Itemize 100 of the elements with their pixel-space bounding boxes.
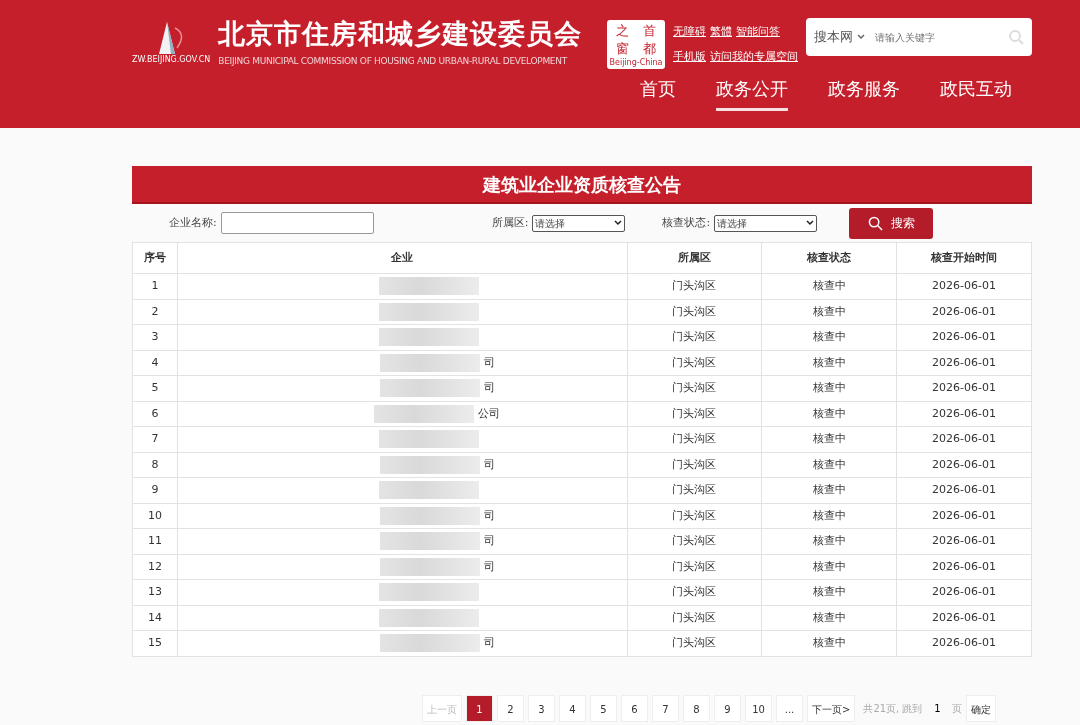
field-label: 核查状态: [662, 214, 711, 231]
table-cell: 8 [132, 452, 178, 478]
table-cell: 2026-06-01 [896, 579, 1032, 605]
page-button[interactable]: 9 [714, 694, 741, 722]
page-button[interactable]: 10 [745, 694, 772, 722]
field-label: 所属区: [491, 214, 529, 231]
column-header: 核查状态 [761, 242, 897, 274]
table-cell-text: 司 [483, 380, 495, 396]
table-cell: 2026-06-01 [896, 503, 1032, 529]
table-cell: 核查中 [761, 503, 897, 529]
ellipsis-button[interactable]: ... [776, 694, 803, 722]
page-button[interactable]: 7 [652, 694, 679, 722]
table-cell: 5 [132, 375, 178, 401]
search-icon [867, 215, 883, 231]
table-cell: 4 [132, 350, 178, 376]
table-cell: 9 [132, 477, 178, 503]
table-cell: 2026-06-01 [896, 554, 1032, 580]
table-cell: 2 [132, 299, 178, 325]
search-button[interactable]: 搜索 [849, 207, 934, 239]
logo-caption: ZW.BEIJING.GOV.CN [132, 54, 211, 66]
nav-tab[interactable]: 政务公开 [716, 71, 788, 111]
table-cell: 2026-06-01 [896, 477, 1032, 503]
chevron-down-icon [857, 34, 865, 40]
table-cell: 门头沟区 [627, 350, 762, 376]
table-cell: 2026-06-01 [896, 426, 1032, 452]
table-cell: 核查中 [761, 579, 897, 605]
page-button[interactable]: 2 [497, 694, 524, 722]
header-link[interactable]: 智能问答 [736, 24, 780, 41]
page-jump-field[interactable]: 1 [926, 699, 949, 717]
table-cell-text: 司 [483, 533, 495, 549]
table-cell: 2026-06-01 [896, 528, 1032, 554]
table-cell: 核查中 [761, 477, 897, 503]
column-header: 核查开始时间 [896, 242, 1032, 274]
table-cell: 2026-06-01 [896, 452, 1032, 478]
column-header: 所属区 [627, 242, 762, 274]
table-cell: 14 [132, 605, 178, 631]
table-cell: 10 [132, 503, 178, 529]
search-input[interactable]: 请输入关键字 [873, 28, 983, 46]
table-cell: 2026-06-01 [896, 324, 1032, 350]
table-cell: 司 [483, 456, 495, 473]
table-cell: 13 [132, 579, 178, 605]
table-cell: 2026-06-01 [896, 273, 1032, 299]
header-link[interactable]: 无障碍 [673, 24, 706, 41]
table-cell: 核查中 [761, 299, 897, 325]
table-cell: 门头沟区 [627, 630, 762, 656]
table-cell: 2026-06-01 [896, 375, 1032, 401]
table-cell: 11 [132, 528, 178, 554]
page-button[interactable]: 8 [683, 694, 710, 722]
panel-title: 建筑业企业资质核查公告 [132, 166, 1032, 204]
table-cell: 核查中 [761, 401, 897, 427]
table-cell: 核查中 [761, 375, 897, 401]
seal-logo: 之 首 窗 都 Beijing-China [607, 20, 665, 69]
table-cell: 核查中 [761, 528, 897, 554]
page-button[interactable]: 1 [466, 694, 493, 722]
search-field[interactable]: 搜本网 请输入关键字 [806, 18, 1032, 56]
table-cell: 核查中 [761, 273, 897, 299]
table-cell: 6 [132, 401, 178, 427]
table-cell: 门头沟区 [627, 503, 762, 529]
page-unit: 页 [952, 701, 963, 716]
column-header: 序号 [132, 242, 178, 274]
table-cell: 门头沟区 [627, 375, 762, 401]
table-cell: 12 [132, 554, 178, 580]
page-button[interactable]: 3 [528, 694, 555, 722]
table-cell: 3 [132, 324, 178, 350]
table-cell: 核查中 [761, 324, 897, 350]
page-total: 共21页, 跳到 [863, 701, 923, 716]
table-cell: 门头沟区 [627, 273, 762, 299]
page-button[interactable]: 4 [559, 694, 586, 722]
table-cell: 门头沟区 [627, 324, 762, 350]
table-cell: 司 [483, 558, 495, 575]
field-label: 企业名称: [169, 214, 217, 231]
page-button[interactable]: 5 [590, 694, 617, 722]
header-link[interactable]: 繁體 [710, 24, 732, 41]
table-cell: 2026-06-01 [896, 350, 1032, 376]
table-cell: 公司 [478, 405, 501, 422]
header-link[interactable]: 访问我的专属空间 [710, 48, 798, 65]
table-cell: 1 [132, 273, 178, 299]
table-cell: 门头沟区 [627, 401, 762, 427]
header-link[interactable]: 手机版 [673, 48, 706, 65]
table-cell: 门头沟区 [627, 605, 762, 631]
site-subtitle: BEIJING MUNICIPAL COMMISSION OF HOUSING AND URBAN-RURAL DEVELOPMENT [218, 55, 569, 68]
table-cell: 门头沟区 [627, 554, 762, 580]
next-page-button[interactable]: 下一页> [807, 694, 856, 722]
confirm-button[interactable]: 确定 [966, 694, 997, 722]
table-cell: 15 [132, 630, 178, 656]
table-cell: 2026-06-01 [896, 630, 1032, 656]
nav-tab[interactable]: 政民互动 [940, 71, 1012, 111]
page-button[interactable]: 6 [621, 694, 648, 722]
nav-tab[interactable]: 首页 [640, 71, 676, 111]
table-cell: 门头沟区 [627, 452, 762, 478]
table-cell: 2026-06-01 [896, 605, 1032, 631]
table-cell: 核查中 [761, 630, 897, 656]
nav-tab[interactable]: 政务服务 [828, 71, 900, 111]
table-cell-text: 司 [483, 635, 495, 651]
table-cell: 核查中 [761, 554, 897, 580]
district-select[interactable]: 请选择 [532, 214, 626, 232]
table-cell: 核查中 [761, 605, 897, 631]
company-name-field[interactable] [220, 212, 374, 234]
table-cell: 核查中 [761, 350, 897, 376]
status-select[interactable]: 请选择 [714, 214, 818, 232]
